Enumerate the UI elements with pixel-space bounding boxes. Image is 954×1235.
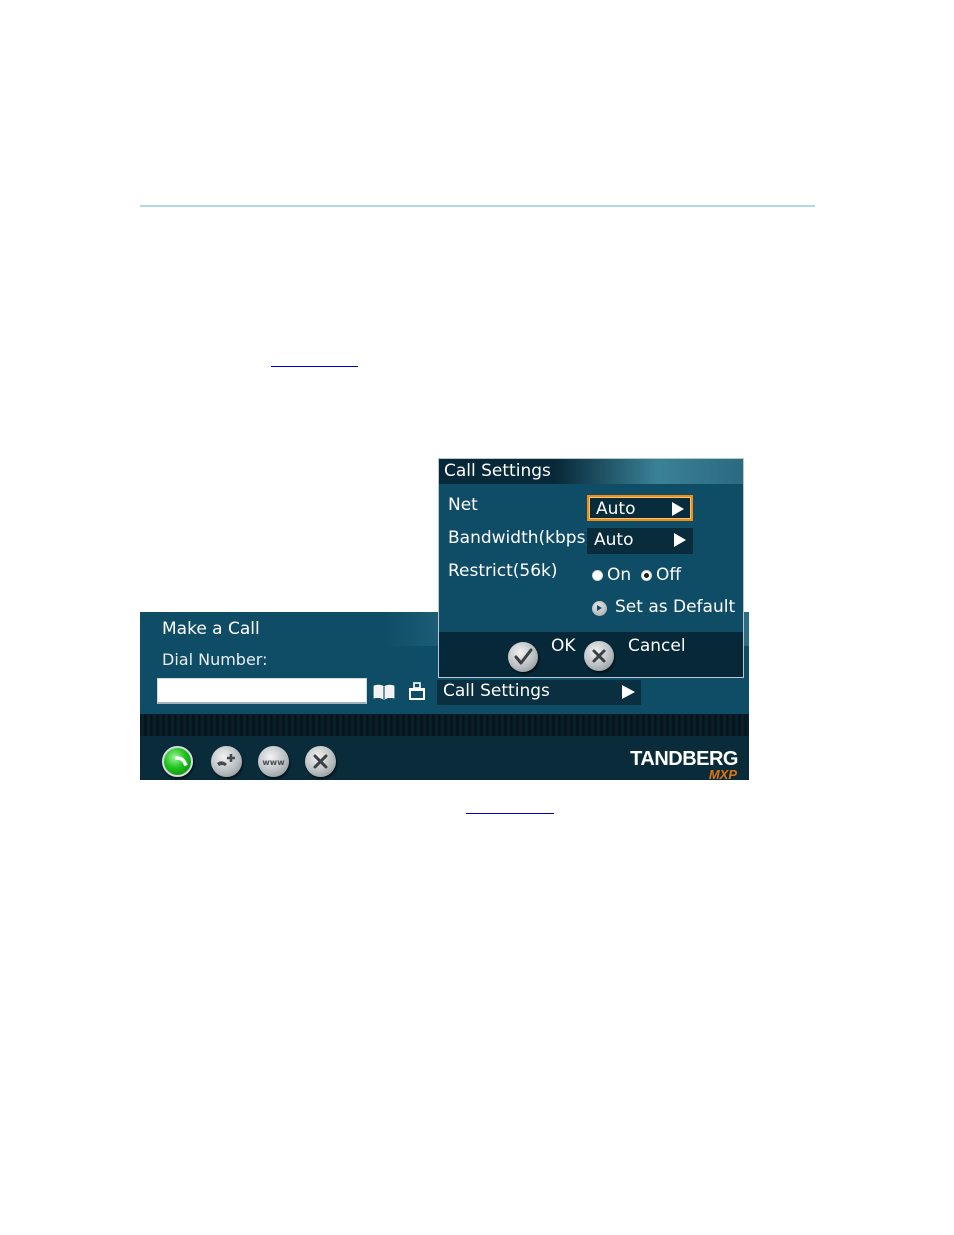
svg-text:www: www <box>262 758 285 767</box>
bandwidth-select[interactable]: Auto <box>587 528 693 554</box>
restrict-label: Restrict(56k) <box>448 561 558 581</box>
document-link-2[interactable] <box>466 800 554 814</box>
call-settings-menu-label: Call Settings <box>443 681 550 701</box>
right-arrow-icon <box>672 502 684 516</box>
dial-button[interactable] <box>162 746 193 777</box>
net-label: Net <box>448 495 478 515</box>
bandwidth-label: Bandwidth(kbps) <box>448 528 593 548</box>
phonebook-icon[interactable] <box>373 684 395 700</box>
ok-label: OK <box>551 636 576 656</box>
ok-button[interactable] <box>508 642 538 672</box>
separator-band <box>140 714 749 736</box>
close-icon <box>592 649 606 663</box>
dialog-footer: OK Cancel <box>439 632 743 677</box>
close-button[interactable] <box>305 746 336 777</box>
close-icon <box>313 754 328 769</box>
dialog-title-bar: Call Settings <box>439 459 743 484</box>
horizontal-rule <box>140 205 815 207</box>
phone-icon <box>175 756 188 767</box>
web-button[interactable]: www <box>258 746 289 777</box>
restrict-off-radio[interactable] <box>641 570 652 581</box>
dial-number-label: Dial Number: <box>162 650 268 669</box>
bottom-toolbar: www TANDBERG MXP <box>140 736 749 780</box>
document-link-1[interactable] <box>271 353 358 367</box>
mxp-logo: MXP <box>708 767 737 780</box>
restrict-off-label: Off <box>656 565 682 585</box>
right-arrow-icon <box>674 533 686 547</box>
briefcase-icon[interactable] <box>408 682 426 701</box>
call-settings-menu-item[interactable]: Call Settings <box>437 680 641 705</box>
restrict-on-radio[interactable] <box>592 570 603 581</box>
net-select[interactable]: Auto <box>587 495 693 521</box>
set-as-default-button[interactable]: Set as Default <box>615 597 735 617</box>
right-arrow-icon <box>622 685 635 699</box>
dial-number-input[interactable] <box>157 678 367 704</box>
restrict-on-label: On <box>607 565 632 585</box>
bandwidth-value: Auto <box>594 530 634 550</box>
add-call-icon <box>217 754 235 766</box>
screen-title: Make a Call <box>162 619 260 639</box>
dialog-title: Call Settings <box>444 461 551 481</box>
play-bullet-icon <box>592 601 607 616</box>
checkmark-icon <box>514 648 533 665</box>
cancel-button[interactable] <box>584 641 614 671</box>
call-settings-dialog: Call Settings Net Auto Bandwidth(kbps) A… <box>438 458 744 678</box>
www-icon: www <box>262 758 285 767</box>
add-call-button[interactable] <box>211 746 242 777</box>
cancel-label: Cancel <box>628 636 686 656</box>
net-value: Auto <box>596 499 636 519</box>
